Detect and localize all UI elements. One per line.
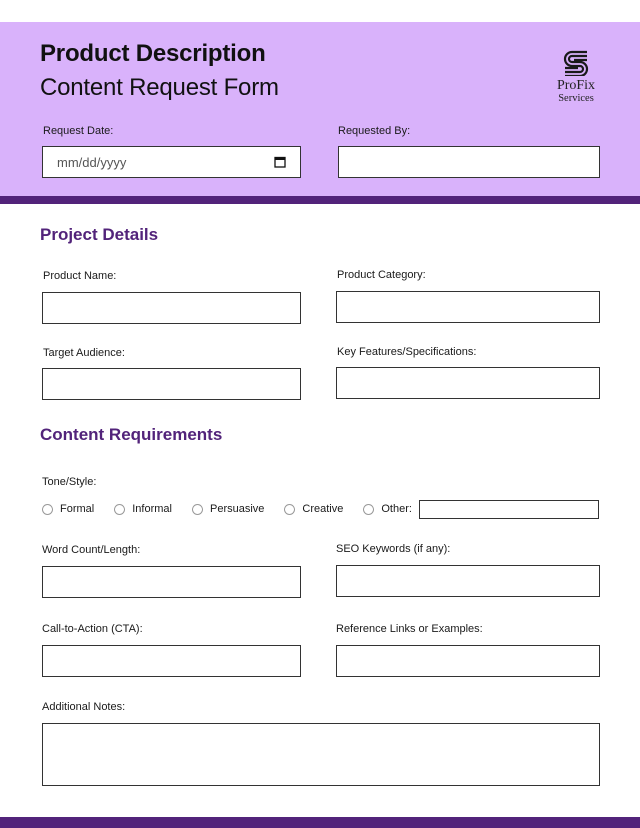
radio-button[interactable]	[363, 503, 375, 515]
radio-button[interactable]	[42, 503, 53, 515]
product-category-label: Product Category:	[337, 269, 426, 281]
request-date-input[interactable]: mm/dd/yyyy	[42, 146, 301, 178]
seo-keywords-label: SEO Keywords (if any):	[336, 543, 451, 555]
tone-other-input[interactable]	[419, 500, 599, 519]
calendar-icon[interactable]	[274, 156, 286, 168]
date-placeholder: mm/dd/yyyy	[57, 154, 127, 170]
product-name-input[interactable]	[42, 292, 301, 324]
reference-links-label: Reference Links or Examples:	[336, 623, 483, 635]
reference-links-input[interactable]	[336, 645, 600, 677]
target-audience-label: Target Audience:	[43, 347, 125, 359]
tone-option-other[interactable]: Other:	[363, 503, 412, 515]
logo-name: ProFix	[556, 78, 596, 93]
word-count-input[interactable]	[42, 566, 301, 598]
company-logo: ProFix Services	[548, 50, 604, 105]
key-features-label: Key Features/Specifications:	[337, 346, 477, 358]
key-features-input[interactable]	[336, 367, 600, 399]
radio-button[interactable]	[284, 503, 296, 515]
radio-button[interactable]	[114, 503, 126, 515]
product-category-input[interactable]	[336, 291, 600, 323]
radio-label: Creative	[302, 503, 344, 515]
word-count-label: Word Count/Length:	[42, 544, 141, 556]
tone-style-radio-group: Formal Informal Persuasive Creative Othe…	[42, 500, 430, 518]
radio-label: Informal	[132, 503, 172, 515]
tone-option-creative[interactable]: Creative	[284, 503, 343, 515]
project-details-heading: Project Details	[40, 225, 159, 244]
tone-option-formal[interactable]: Formal	[42, 503, 94, 515]
radio-label: Persuasive	[209, 503, 265, 515]
tone-option-informal[interactable]: Informal	[114, 503, 172, 515]
additional-notes-label: Additional Notes:	[42, 701, 126, 713]
form-title: Product Description	[40, 40, 266, 67]
logo-tagline: Services	[558, 93, 594, 104]
cta-label: Call-to-Action (CTA):	[42, 623, 143, 635]
footer-stripe	[0, 817, 640, 828]
requested-by-label: Requested By:	[338, 125, 411, 137]
target-audience-input[interactable]	[42, 368, 301, 400]
profix-s-logo-icon	[563, 50, 589, 76]
tone-option-persuasive[interactable]: Persuasive	[191, 503, 265, 515]
requested-by-input[interactable]	[338, 146, 600, 178]
radio-label: Other:	[381, 503, 412, 515]
radio-button[interactable]	[191, 503, 203, 515]
request-date-label: Request Date:	[43, 125, 114, 137]
tone-style-label: Tone/Style:	[42, 476, 97, 488]
radio-label: Formal	[60, 503, 95, 515]
additional-notes-textarea[interactable]	[42, 723, 600, 786]
product-name-label: Product Name:	[43, 270, 117, 282]
content-requirements-heading: Content Requirements	[40, 425, 223, 444]
header-divider-stripe	[0, 196, 640, 204]
cta-input[interactable]	[42, 645, 301, 677]
seo-keywords-input[interactable]	[336, 565, 600, 597]
form-subtitle: Content Request Form	[40, 74, 279, 101]
